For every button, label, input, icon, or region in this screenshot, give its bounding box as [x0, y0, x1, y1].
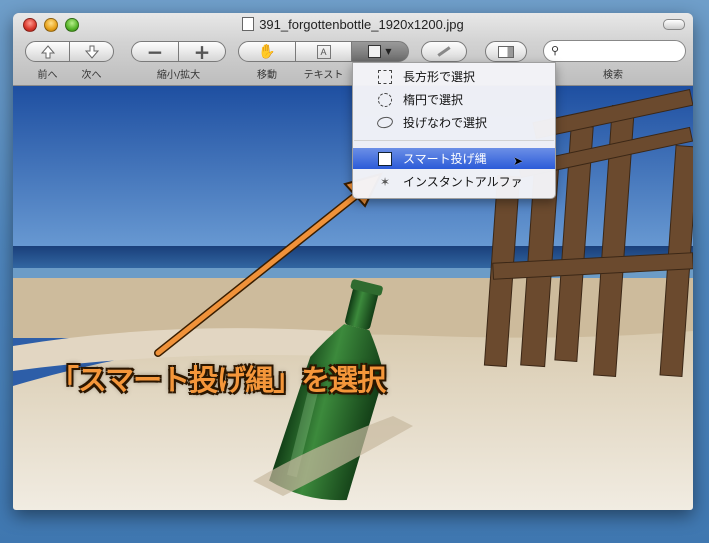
window-title: 391_forgottenbottle_1920x1200.jpg [13, 17, 693, 32]
menu-item-label: 長方形で選択 [403, 70, 476, 84]
menu-item-label: スマート投げ縄 [403, 152, 487, 166]
smart-lasso-icon [377, 151, 393, 167]
prev-label: 前へ [37, 70, 58, 81]
text-tool-button[interactable]: A [295, 41, 352, 62]
up-arrow-icon [40, 44, 55, 58]
menu-item-label: インスタントアルファ [403, 175, 523, 189]
hand-icon: ✋ [258, 43, 276, 60]
pencil-icon [437, 46, 451, 57]
sidebar-icon [498, 45, 514, 58]
move-label: 移動 [257, 70, 277, 81]
text-tool-icon: A [316, 44, 331, 59]
menu-item-lasso-select[interactable]: 投げなわで選択 [353, 112, 555, 133]
zoom-out-button[interactable]: − [131, 39, 179, 64]
next-button[interactable] [69, 41, 114, 62]
search-icon: ⚲ [551, 44, 560, 57]
menu-item-ellipse-select[interactable]: 楕円で選択 [353, 89, 555, 110]
magic-wand-icon: ✶ [379, 174, 391, 189]
smart-lasso-icon [368, 45, 382, 58]
search-label: 検索 [603, 70, 623, 81]
menu-item-instant-alpha[interactable]: ✶ インスタントアルファ [353, 171, 555, 192]
annotate-button[interactable] [421, 41, 467, 62]
lasso-icon [376, 115, 394, 131]
selection-tool-menu: 長方形で選択 楕円で選択 投げなわで選択 スマート投げ縄 ➤ ✶ インスタントア… [352, 62, 556, 199]
text-label: テキスト [303, 70, 344, 81]
menu-item-label: 楕円で選択 [403, 93, 464, 107]
toolbar-toggle-button[interactable] [663, 19, 685, 30]
next-label: 次へ [81, 70, 102, 81]
chevron-down-icon: ▼ [385, 47, 392, 56]
cursor-icon: ➤ [513, 154, 524, 168]
document-icon [242, 17, 255, 31]
search-field[interactable]: ⚲ [543, 40, 686, 62]
minus-icon: − [146, 39, 164, 64]
move-tool-button[interactable]: ✋ [238, 41, 296, 62]
rect-select-icon [377, 69, 393, 85]
ellipse-select-icon [377, 92, 393, 108]
menu-item-smart-lasso[interactable]: スマート投げ縄 ➤ [353, 148, 555, 169]
menu-separator [354, 140, 554, 141]
prev-button[interactable] [25, 41, 70, 62]
search-input[interactable] [564, 44, 682, 59]
window-title-text: 391_forgottenbottle_1920x1200.jpg [259, 17, 464, 32]
menu-item-rect-select[interactable]: 長方形で選択 [353, 66, 555, 87]
zoom-in-button[interactable]: + [178, 39, 226, 64]
callout-text: 「スマート投げ縄」を選択 [50, 363, 386, 397]
zoom-label: 縮小/拡大 [156, 70, 201, 81]
menu-item-label: 投げなわで選択 [403, 116, 488, 130]
select-tool-button[interactable]: ▼ [351, 41, 409, 62]
plus-icon: + [193, 39, 211, 64]
down-arrow-icon [84, 45, 99, 59]
sidebar-button[interactable] [485, 41, 527, 62]
